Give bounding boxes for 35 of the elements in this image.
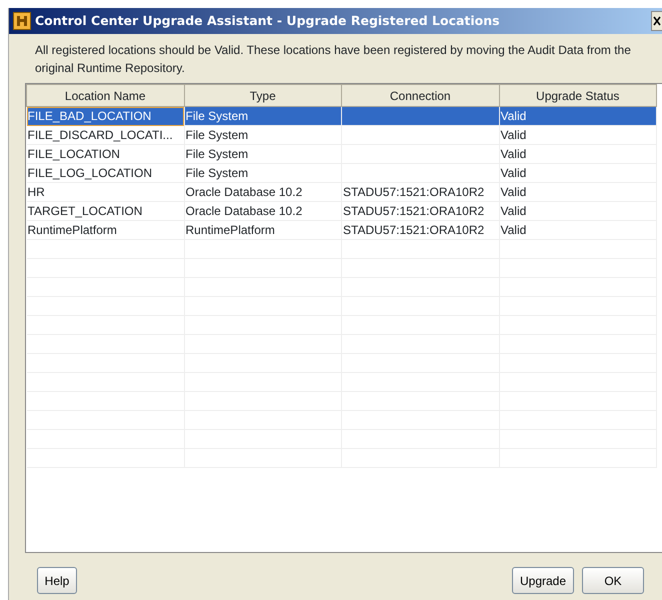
dialog-button[interactable]: Upgrade (512, 567, 574, 594)
table-cell: File System (186, 109, 248, 123)
window-title: Control Center Upgrade Assistant - Upgrade Registered Locations (35, 12, 500, 30)
table-cell: TARGET_LOCATION (28, 204, 142, 218)
info-message: All registered locations should be Valid. These locations have been registered by moving the Audit Data from the original Runtime Repository. (34, 42, 632, 77)
dialog-button[interactable]: OK (582, 567, 644, 594)
table-cell: FILE_LOG_LOCATION (28, 166, 152, 180)
table-cell: Valid (500, 109, 526, 123)
table-cell: Valid (500, 223, 526, 237)
table-cell: STADU57:1521:ORA10R2 (343, 223, 484, 237)
table-cell: RuntimePlatform (28, 223, 117, 237)
table-cell: Valid (500, 128, 526, 142)
table-cell: FILE_BAD_LOCATION (28, 109, 152, 123)
table-cell: Valid (500, 185, 526, 199)
table-cell: Valid (500, 147, 526, 161)
table-cell: File System (186, 166, 248, 180)
table-cell: Valid (500, 204, 526, 218)
column-header[interactable]: Upgrade Status (499, 84, 656, 106)
close-icon[interactable] (651, 11, 662, 31)
column-header[interactable]: Connection (342, 84, 499, 106)
app-icon (13, 12, 31, 30)
table-cell: RuntimePlatform (186, 223, 275, 237)
table-cell: Valid (500, 166, 526, 180)
table-cell: STADU57:1521:ORA10R2 (343, 185, 484, 199)
dialog-button[interactable]: Help (37, 567, 77, 594)
table-cell: FILE_LOCATION (28, 147, 120, 161)
table-cell: HR (28, 185, 45, 199)
table-cell: Oracle Database 10.2 (186, 185, 302, 199)
table-cell: FILE_DISCARD_LOCATI... (28, 128, 173, 142)
column-header[interactable]: Type (184, 84, 342, 106)
table-cell: File System (186, 128, 248, 142)
table-cell: Oracle Database 10.2 (186, 204, 302, 218)
column-header[interactable]: Location Name (26, 84, 184, 106)
table-cell: STADU57:1521:ORA10R2 (343, 204, 484, 218)
table-cell: File System (186, 147, 248, 161)
